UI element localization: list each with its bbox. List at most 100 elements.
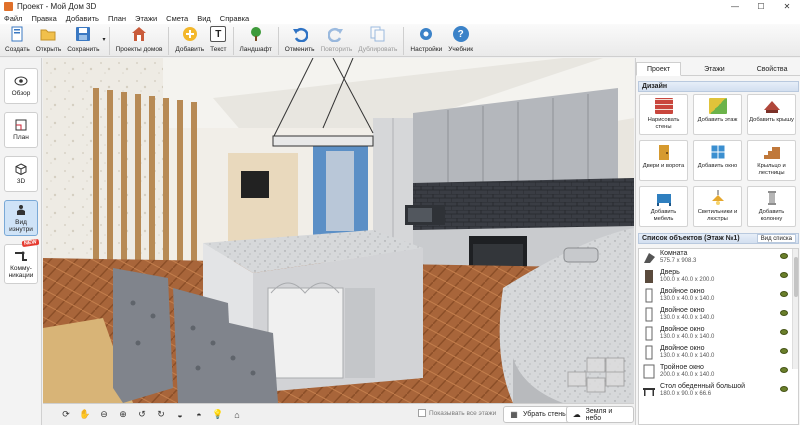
room-icon: [642, 250, 656, 265]
window-icon: [642, 345, 656, 360]
text-icon: T: [210, 26, 227, 42]
3d-viewport[interactable]: [43, 58, 634, 403]
checkbox-box[interactable]: [418, 409, 426, 417]
help-icon: ?: [452, 26, 469, 42]
tab-project[interactable]: Проект: [636, 62, 682, 76]
add-furniture-button[interactable]: Добавить мебель: [639, 186, 688, 227]
view-mode-panel: Обзор План 3D Вид изнутри NEW Комму-ника…: [0, 58, 42, 425]
menu-help[interactable]: Справка: [220, 14, 249, 23]
visibility-eye-icon[interactable]: [780, 329, 788, 335]
add-roof-button[interactable]: Добавить крышу: [747, 94, 796, 135]
draw-walls-button[interactable]: Нарисовать стены: [639, 94, 688, 135]
communications-button[interactable]: NEW Комму-никации: [4, 238, 40, 284]
zoom-in-icon[interactable]: ⊕: [116, 408, 130, 422]
toolbar-divider: [108, 27, 110, 55]
list-item[interactable]: Дверь 100.0 x 40.0 x 200.0: [639, 268, 798, 287]
porch-stairs-button[interactable]: Крыльцо и лестницы: [747, 140, 796, 181]
settings-button[interactable]: Настройки: [407, 24, 445, 57]
menu-estimate[interactable]: Смета: [166, 14, 188, 23]
undo-button[interactable]: Отменить: [282, 24, 318, 57]
light-bulb-icon[interactable]: 💡: [211, 408, 225, 422]
remove-walls-button[interactable]: ▦ Убрать стены: [503, 406, 574, 423]
menu-floors[interactable]: Этажи: [135, 14, 157, 23]
objects-section-header: Список объектов (Этаж №1) Вид списка: [638, 233, 799, 244]
house-projects-button[interactable]: Проекты домов: [113, 24, 166, 57]
minimize-button[interactable]: —: [722, 0, 748, 12]
list-item[interactable]: Двойное окно 130.0 x 40.0 x 140.0: [639, 287, 798, 306]
rotate-right-icon[interactable]: ↻: [154, 408, 168, 422]
ground-sky-button[interactable]: ☁ Земля и небо: [566, 406, 634, 423]
view-3d-button[interactable]: 3D: [4, 156, 38, 192]
menu-edit[interactable]: Правка: [31, 14, 56, 23]
zoom-out-icon[interactable]: ⊖: [97, 408, 111, 422]
close-button[interactable]: ✕: [774, 0, 800, 12]
list-item[interactable]: Двойное окно 130.0 x 40.0 x 140.0: [639, 306, 798, 325]
lamp-icon: [709, 190, 727, 206]
toolbar-divider: [232, 27, 234, 55]
menu-plan[interactable]: План: [108, 14, 126, 23]
create-button[interactable]: Создать: [2, 24, 33, 57]
visibility-eye-icon[interactable]: [780, 291, 788, 297]
view-list-button[interactable]: Вид списка: [756, 234, 796, 243]
tutorial-button[interactable]: ? Учебник: [445, 24, 476, 57]
object-list-scrollbar[interactable]: [792, 249, 798, 369]
visibility-eye-icon[interactable]: [780, 272, 788, 278]
save-dropdown-icon[interactable]: ▾: [103, 36, 106, 43]
redo-button[interactable]: Повторить: [318, 24, 356, 57]
list-item[interactable]: Тройное окно 200.0 x 40.0 x 140.0: [639, 363, 798, 382]
visibility-eye-icon[interactable]: [780, 386, 788, 392]
tab-floors[interactable]: Этажи: [693, 62, 736, 76]
pipes-icon: [14, 250, 28, 262]
open-button[interactable]: Открыть: [33, 24, 65, 57]
column-icon: [763, 190, 781, 206]
main-toolbar: Создать Открыть Сохранить ▾ Проекты домо…: [0, 24, 800, 57]
menu-file[interactable]: Файл: [4, 14, 22, 23]
visibility-eye-icon[interactable]: [780, 367, 788, 373]
overview-button[interactable]: Обзор: [4, 68, 38, 104]
menu-view[interactable]: Вид: [197, 14, 211, 23]
hand-pan-icon[interactable]: ✋: [78, 408, 92, 422]
add-button[interactable]: Добавить: [172, 24, 207, 57]
tab-properties[interactable]: Свойства: [746, 62, 799, 76]
new-badge: NEW: [21, 238, 40, 248]
zoom-360-icon[interactable]: ⟳: [59, 408, 73, 422]
plan-button[interactable]: План: [4, 112, 38, 148]
rotate-left-icon[interactable]: ↺: [135, 408, 149, 422]
visibility-eye-icon[interactable]: [780, 253, 788, 259]
scrollbar-thumb[interactable]: [794, 257, 798, 297]
visibility-eye-icon[interactable]: [780, 348, 788, 354]
home-icon[interactable]: ⌂: [230, 408, 244, 422]
visibility-eye-icon[interactable]: [780, 310, 788, 316]
text-button[interactable]: T Текст: [207, 24, 229, 57]
menu-add[interactable]: Добавить: [66, 14, 99, 23]
roof-icon: [763, 98, 781, 114]
door-icon: [642, 269, 656, 284]
view-inside-button[interactable]: Вид изнутри: [4, 200, 38, 236]
save-button[interactable]: Сохранить: [64, 24, 102, 57]
window-icon: [642, 364, 656, 379]
window-title: Проект - Мой Дом 3D: [17, 1, 97, 11]
list-item[interactable]: Двойное окно 130.0 x 40.0 x 140.0: [639, 325, 798, 344]
orbit-up-icon[interactable]: ◓: [192, 408, 206, 422]
duplicate-button[interactable]: Дублировать: [355, 24, 400, 57]
window-icon: [642, 326, 656, 341]
show-all-floors-checkbox[interactable]: Показывать все этажи: [418, 409, 496, 417]
house-icon: [131, 26, 147, 42]
lamps-chandeliers-button[interactable]: Светильники и люстры: [693, 186, 742, 227]
object-list: Комната 575.7 x 908.3 Дверь 100.0 x 40.0 x…: [638, 248, 799, 425]
list-item[interactable]: Двойное окно 130.0 x 40.0 x 140.0: [639, 344, 798, 363]
add-column-button[interactable]: Добавить колонну: [747, 186, 796, 227]
orbit-down-icon[interactable]: ◒: [173, 408, 187, 422]
duplicate-icon: [370, 26, 386, 42]
add-floor-button[interactable]: Добавить этаж: [693, 94, 742, 135]
design-section-header: Дизайн: [638, 81, 799, 92]
add-window-button[interactable]: Добавить окно: [693, 140, 742, 181]
list-item[interactable]: Стол обеденный большой 180.0 x 90.0 x 66.…: [639, 382, 798, 401]
doors-gates-button[interactable]: Двери и ворота: [639, 140, 688, 181]
list-item[interactable]: Комната 575.7 x 908.3: [639, 249, 798, 268]
tree-icon: [248, 26, 264, 42]
table-icon: [642, 383, 656, 398]
maximize-button[interactable]: ☐: [748, 0, 774, 12]
landscape-button[interactable]: Ландшафт: [237, 24, 275, 57]
person-view-icon: [14, 204, 28, 216]
